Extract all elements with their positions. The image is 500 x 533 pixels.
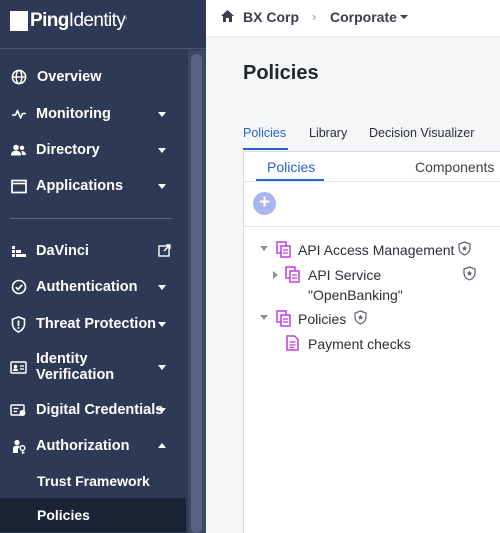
chevron-down-icon: [158, 365, 166, 370]
globe-icon: [10, 69, 27, 86]
chevron-down-icon[interactable]: [400, 15, 408, 19]
tree-expand-caret-icon[interactable]: [260, 315, 268, 320]
sidebar-item-authentication[interactable]: Authentication: [0, 278, 186, 296]
shield-star-icon: [354, 310, 367, 328]
sidebar-item-authorization[interactable]: Authorization: [0, 437, 186, 455]
toolbar-divider: [244, 226, 500, 227]
tree-node-api-access-management[interactable]: API Access Management: [244, 240, 500, 260]
logo-divider: [0, 48, 206, 49]
chevron-down-icon: [158, 322, 166, 327]
policy-set-icon: [285, 266, 301, 286]
sidebar-subitem-policies[interactable]: Policies: [0, 498, 186, 532]
sidebar-subitem-label: Trust Framework: [37, 473, 150, 489]
sidebar-subitem-trust-framework[interactable]: Trust Framework: [0, 464, 186, 498]
sidebar-item-davinci[interactable]: DaVinci: [0, 242, 186, 260]
credential-icon: [10, 402, 27, 419]
home-icon[interactable]: [220, 9, 235, 28]
tree-node-label-line2: "OpenBanking": [308, 287, 403, 303]
policy-set-icon: [276, 241, 292, 261]
sidebar-item-digital-credentials[interactable]: Digital Credentials: [0, 401, 186, 419]
sidebar-divider: [10, 218, 172, 219]
logo-text-bold: Ping: [30, 10, 69, 31]
sidebar-item-label: Directory: [36, 142, 100, 158]
tree-node-label: API Access Management: [298, 242, 455, 258]
tab-library[interactable]: Library: [309, 126, 347, 140]
chevron-down-icon: [158, 408, 166, 413]
tree-node-api-service-openbanking[interactable]: API Service "OpenBanking": [244, 265, 500, 305]
logo-tm: .: [125, 13, 127, 21]
davinci-icon: [10, 243, 27, 260]
active-tab-indicator: [243, 148, 288, 150]
tree-collapse-caret-icon[interactable]: [273, 271, 278, 279]
sidebar-item-label: Overview: [37, 69, 102, 85]
sidebar-subitem-label: Policies: [37, 507, 90, 523]
sidebar-item-overview[interactable]: Overview: [0, 68, 186, 86]
window-icon: [10, 178, 27, 195]
logo-mark: [10, 11, 28, 31]
breadcrumb-organization[interactable]: BX Corp: [243, 9, 299, 25]
sidebar-item-applications[interactable]: Applications: [0, 177, 186, 195]
sidebar-item-label: Authentication: [36, 279, 138, 295]
add-policy-button[interactable]: +: [253, 192, 276, 215]
top-bar: BX Corp › Corporate: [206, 0, 500, 37]
id-card-icon: [10, 359, 27, 376]
tree-node-label: Policies: [298, 311, 347, 327]
chevron-down-icon: [158, 184, 166, 189]
logo-text-light: Identity: [68, 10, 126, 31]
tree-node-label: Payment checks: [308, 336, 411, 352]
page-title: Policies: [243, 62, 319, 84]
sidebar-item-monitoring[interactable]: Monitoring: [0, 105, 186, 123]
sidebar-item-directory[interactable]: Directory: [0, 141, 186, 159]
main-content: Policies Policies Library Decision Visua…: [206, 37, 500, 533]
sidebar-item-label: Threat Protection: [36, 316, 157, 332]
tree-node-label-line1: API Service: [308, 267, 382, 283]
check-circle-icon: [10, 279, 27, 296]
sidebar-item-threat-protection[interactable]: Threat Protection: [0, 315, 186, 333]
subtab-components[interactable]: Components: [415, 159, 494, 175]
pulse-icon: [10, 106, 27, 123]
chevron-up-icon: [158, 443, 166, 448]
tree-node-payment-checks[interactable]: Payment checks: [244, 334, 500, 354]
sidebar-item-label: Monitoring: [36, 106, 111, 122]
sidebar-item-label: Digital Credentials: [36, 402, 164, 418]
sidebar-scrollbar-thumb[interactable]: [191, 54, 202, 533]
subtab-divider: [244, 181, 500, 182]
chevron-down-icon: [158, 112, 166, 117]
shield-star-icon: [463, 266, 476, 284]
tab-decision-visualizer[interactable]: Decision Visualizer: [369, 126, 474, 140]
external-link-icon: [158, 244, 171, 261]
subtab-policies[interactable]: Policies: [267, 159, 315, 175]
chevron-down-icon: [158, 148, 166, 153]
authorization-icon: [10, 438, 27, 455]
sidebar-item-label-line1: Identity: [36, 351, 88, 367]
environment-selector[interactable]: Corporate: [330, 9, 397, 25]
ping-identity-logo[interactable]: PingIdentity.: [10, 8, 127, 34]
sidebar-item-label: Applications: [36, 178, 124, 194]
tree-node-policies[interactable]: Policies: [244, 309, 500, 329]
sidebar: PingIdentity. Overview Monitoring Direct…: [0, 0, 206, 533]
sidebar-item-label-line2: Verification: [36, 367, 115, 383]
policy-tree-panel: Policies Components + API Access Managem…: [243, 151, 500, 533]
policy-icon: [286, 335, 299, 354]
chevron-down-icon: [158, 285, 166, 290]
policy-set-icon: [276, 310, 292, 330]
tree-expand-caret-icon[interactable]: [260, 246, 268, 251]
sidebar-item-label: DaVinci: [36, 243, 89, 259]
users-icon: [10, 142, 27, 159]
shield-star-icon: [458, 241, 471, 259]
breadcrumb-separator: ›: [312, 9, 317, 24]
tab-policies[interactable]: Policies: [243, 126, 286, 140]
sidebar-item-identity-verification[interactable]: Identity Verification: [0, 351, 186, 385]
sidebar-item-label: Authorization: [36, 438, 130, 454]
shield-icon: [10, 315, 27, 333]
